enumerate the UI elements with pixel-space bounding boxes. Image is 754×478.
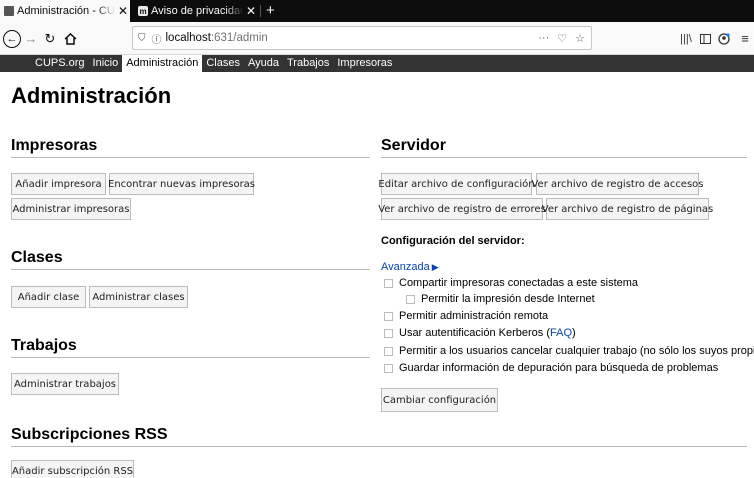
find-new-printers-button[interactable]: Encontrar nuevas impresoras [108, 173, 255, 195]
nav-ayuda[interactable]: Ayuda [244, 55, 283, 72]
classes-heading: Clases [11, 249, 370, 270]
kerberos-option: Usar autentificación Kerberos (FAQ) [384, 327, 576, 339]
remote-admin-checkbox[interactable] [384, 311, 393, 321]
option-label: Permitir administración remota [399, 310, 549, 322]
mozilla-favicon-icon: m [138, 6, 148, 16]
share-printers-checkbox[interactable] [384, 278, 393, 288]
navigation-toolbar: ← → ↻ ⛉ ⓘ localhost:631/admin ··· ♡ ☆ ||… [0, 22, 754, 55]
reload-button[interactable]: ↻ [40, 22, 60, 55]
option-label-suffix: ) [572, 327, 576, 339]
tab-administracion[interactable]: Administración - CUPS 2 ✕ [0, 0, 130, 22]
advanced-toggle-link[interactable]: Avanzada ▶ [381, 261, 439, 273]
url-host: localhost [165, 32, 211, 44]
nav-cups-org[interactable]: CUPS.org [31, 55, 89, 72]
option-label: Compartir impresoras conectadas a este s… [399, 277, 639, 289]
new-tab-button[interactable]: + [266, 0, 275, 22]
allow-internet-printing-checkbox[interactable] [406, 294, 415, 304]
forward-button[interactable]: → [22, 22, 40, 55]
cancel-any-job-checkbox[interactable] [384, 346, 393, 356]
home-button[interactable] [60, 22, 80, 55]
url-bar[interactable]: ⛉ ⓘ localhost:631/admin ··· ♡ ☆ [132, 26, 592, 50]
tab-separator [260, 5, 261, 17]
url-path: :631/admin [210, 32, 268, 44]
view-page-log-button[interactable]: Ver archivo de registro de páginas [542, 198, 713, 220]
option-label: Permitir la impresión desde Internet [421, 293, 595, 305]
cups-navbar: CUPS.org Inicio Administración Clases Ay… [0, 55, 754, 72]
debug-logging-checkbox[interactable] [384, 363, 393, 373]
page-title: Administración [11, 83, 172, 108]
nav-impresoras[interactable]: Impresoras [333, 55, 396, 72]
account-icon[interactable] [716, 22, 732, 55]
tab-privacidad[interactable]: m Aviso de privacidad de F ✕ [134, 0, 258, 22]
share-printers-option: Compartir impresoras conectadas a este s… [384, 277, 638, 289]
option-label: Permitir a los usuarios cancelar cualqui… [399, 345, 754, 357]
jobs-heading: Trabajos [11, 337, 370, 358]
cancel-any-job-option: Permitir a los usuarios cancelar cualqui… [384, 345, 754, 357]
pocket-icon[interactable]: ♡ [557, 32, 567, 45]
printers-heading: Impresoras [11, 137, 370, 158]
bookmark-star-icon[interactable]: ☆ [575, 32, 585, 45]
allow-internet-printing-option: Permitir la impresión desde Internet [406, 293, 595, 305]
back-icon: ← [3, 29, 21, 48]
manage-classes-button[interactable]: Administrar clases [89, 286, 188, 308]
page-actions-button[interactable]: ··· [538, 32, 549, 44]
close-tab-icon[interactable]: ✕ [244, 4, 258, 18]
option-label: Guardar información de depuración para b… [399, 362, 719, 374]
cups-favicon-icon [4, 6, 14, 16]
tab-title: Aviso de privacidad de F [151, 5, 244, 17]
edit-config-file-button[interactable]: Editar archivo de configuración [378, 173, 535, 195]
close-tab-icon[interactable]: ✕ [116, 4, 130, 18]
tab-bar: Administración - CUPS 2 ✕ m Aviso de pri… [0, 0, 754, 22]
remote-admin-option: Permitir administración remota [384, 310, 548, 322]
debug-logging-option: Guardar información de depuración para b… [384, 362, 718, 374]
view-error-log-button[interactable]: Ver archivo de registro de errores [378, 198, 546, 220]
option-label: Usar autentificación Kerberos ( [399, 327, 551, 339]
manage-jobs-button[interactable]: Administrar trabajos [11, 373, 119, 395]
shield-icon[interactable]: ⛉ [138, 33, 146, 44]
server-heading: Servidor [381, 137, 747, 158]
nav-clases[interactable]: Clases [202, 55, 244, 72]
nav-trabajos[interactable]: Trabajos [283, 55, 333, 72]
triangle-right-icon: ▶ [431, 262, 439, 272]
add-printer-button[interactable]: Añadir impresora [11, 173, 106, 195]
nav-inicio[interactable]: Inicio [89, 55, 123, 72]
view-access-log-button[interactable]: Ver archivo de registro de accesos [531, 173, 704, 195]
advanced-link-label: Avanzada [381, 261, 430, 273]
faq-link[interactable]: FAQ [550, 327, 572, 339]
rss-heading: Subscripciones RSS [11, 426, 747, 447]
library-icon[interactable]: |||\ [678, 22, 694, 55]
change-settings-button[interactable]: Cambiar configuración [381, 388, 498, 412]
nav-administracion[interactable]: Administración [122, 55, 203, 72]
server-config-title: Configuración del servidor: [381, 235, 525, 247]
kerberos-checkbox[interactable] [384, 328, 393, 338]
add-rss-subscription-button[interactable]: Añadir subscripción RSS [11, 460, 134, 478]
back-button[interactable]: ← [2, 22, 22, 55]
home-icon [63, 32, 77, 45]
tab-title: Administración - CUPS 2 [17, 5, 116, 17]
forward-icon: → [24, 31, 38, 46]
menu-icon[interactable]: ≡ [738, 22, 752, 55]
manage-printers-button[interactable]: Administrar impresoras [11, 198, 131, 220]
add-class-button[interactable]: Añadir clase [11, 286, 86, 308]
reload-icon: ↻ [44, 30, 56, 46]
sidebar-icon[interactable] [697, 22, 713, 55]
info-icon[interactable]: ⓘ [152, 31, 162, 46]
